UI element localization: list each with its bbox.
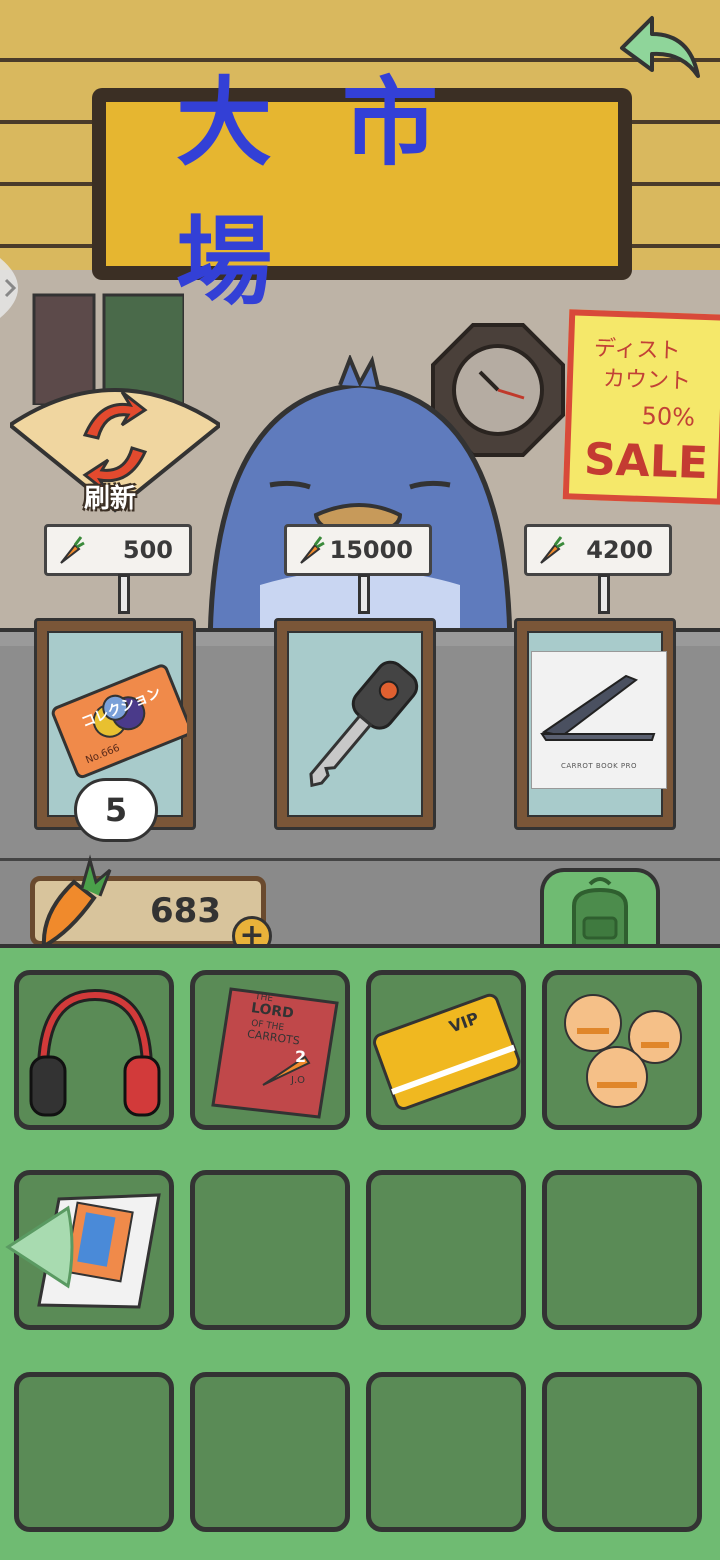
tag-post <box>598 574 610 614</box>
laptop-icon <box>540 674 656 741</box>
inventory-slot-empty[interactable] <box>14 1372 174 1532</box>
shop-item-key[interactable] <box>274 618 436 830</box>
inventory-slot-vip-card[interactable]: VIP <box>366 970 526 1130</box>
price-value: 4200 <box>586 536 653 564</box>
book-icon: THE LORD OF THE CARROTS 2 J.O <box>195 975 345 1125</box>
poster-percent: 50% <box>641 401 696 432</box>
carrot-icon <box>540 536 565 564</box>
poster-line2: カウント <box>602 366 692 395</box>
backpack-icon <box>572 877 628 950</box>
tag-post <box>118 574 130 614</box>
back-arrow-button[interactable] <box>612 8 708 84</box>
inventory-slot-empty[interactable] <box>190 1170 350 1330</box>
backpack-tab[interactable] <box>540 868 660 952</box>
vip-card-icon: VIP <box>371 975 521 1125</box>
inventory-slot-empty[interactable] <box>542 1372 702 1532</box>
refresh-label: 刷新 <box>83 484 136 514</box>
left-arrow-icon <box>5 1205 74 1289</box>
inventory-slot-headphones[interactable] <box>14 970 174 1130</box>
animal-cookies-icon <box>564 994 682 1108</box>
inventory-slot-empty[interactable] <box>366 1372 526 1532</box>
laptop-box: CARROT BOOK PRO <box>531 651 667 789</box>
coupon-ticket-icon <box>51 664 187 779</box>
previous-page-button[interactable] <box>4 1204 74 1290</box>
inventory-slot-book[interactable]: THE LORD OF THE CARROTS 2 J.O <box>190 970 350 1130</box>
market-title: 大市場 <box>176 67 508 318</box>
inventory-slot-empty[interactable] <box>190 1372 350 1532</box>
laptop-caption: CARROT BOOK PRO <box>560 762 638 770</box>
price-value: 500 <box>122 536 173 564</box>
poster-sale: SALE <box>583 433 709 490</box>
book-volume: 2 <box>295 1047 307 1066</box>
carrot-icon <box>60 536 85 564</box>
tag-post <box>358 574 370 614</box>
price-tag-item-3: 4200 <box>524 524 672 576</box>
book-author: J.O <box>291 1075 305 1086</box>
item-display <box>287 631 423 817</box>
inventory-slot-empty[interactable] <box>366 1170 526 1330</box>
back-arrow-icon <box>620 16 700 78</box>
sale-poster: ディスト カウント 50% SALE <box>562 309 720 505</box>
headphones-icon <box>29 988 161 1117</box>
quantity-badge: 5 <box>74 778 158 842</box>
carrot-icon <box>34 852 114 952</box>
side-menu-button[interactable] <box>0 258 36 318</box>
inventory-slot-cookies[interactable] <box>542 970 702 1130</box>
carrot-icon <box>300 536 325 564</box>
price-tag-item-2: 15000 <box>284 524 432 576</box>
item-display: CARROT BOOK PRO <box>527 631 667 817</box>
carrot-count: 683 <box>150 891 221 931</box>
inventory-slot-empty[interactable] <box>542 1170 702 1330</box>
car-key-icon <box>309 660 419 788</box>
price-value: 15000 <box>329 536 414 564</box>
shop-item-laptop[interactable]: CARROT BOOK PRO <box>514 618 676 830</box>
chevron-right-icon <box>0 258 18 318</box>
market-sign: 大市場 <box>92 67 632 318</box>
price-tag-item-1: 500 <box>44 524 192 576</box>
